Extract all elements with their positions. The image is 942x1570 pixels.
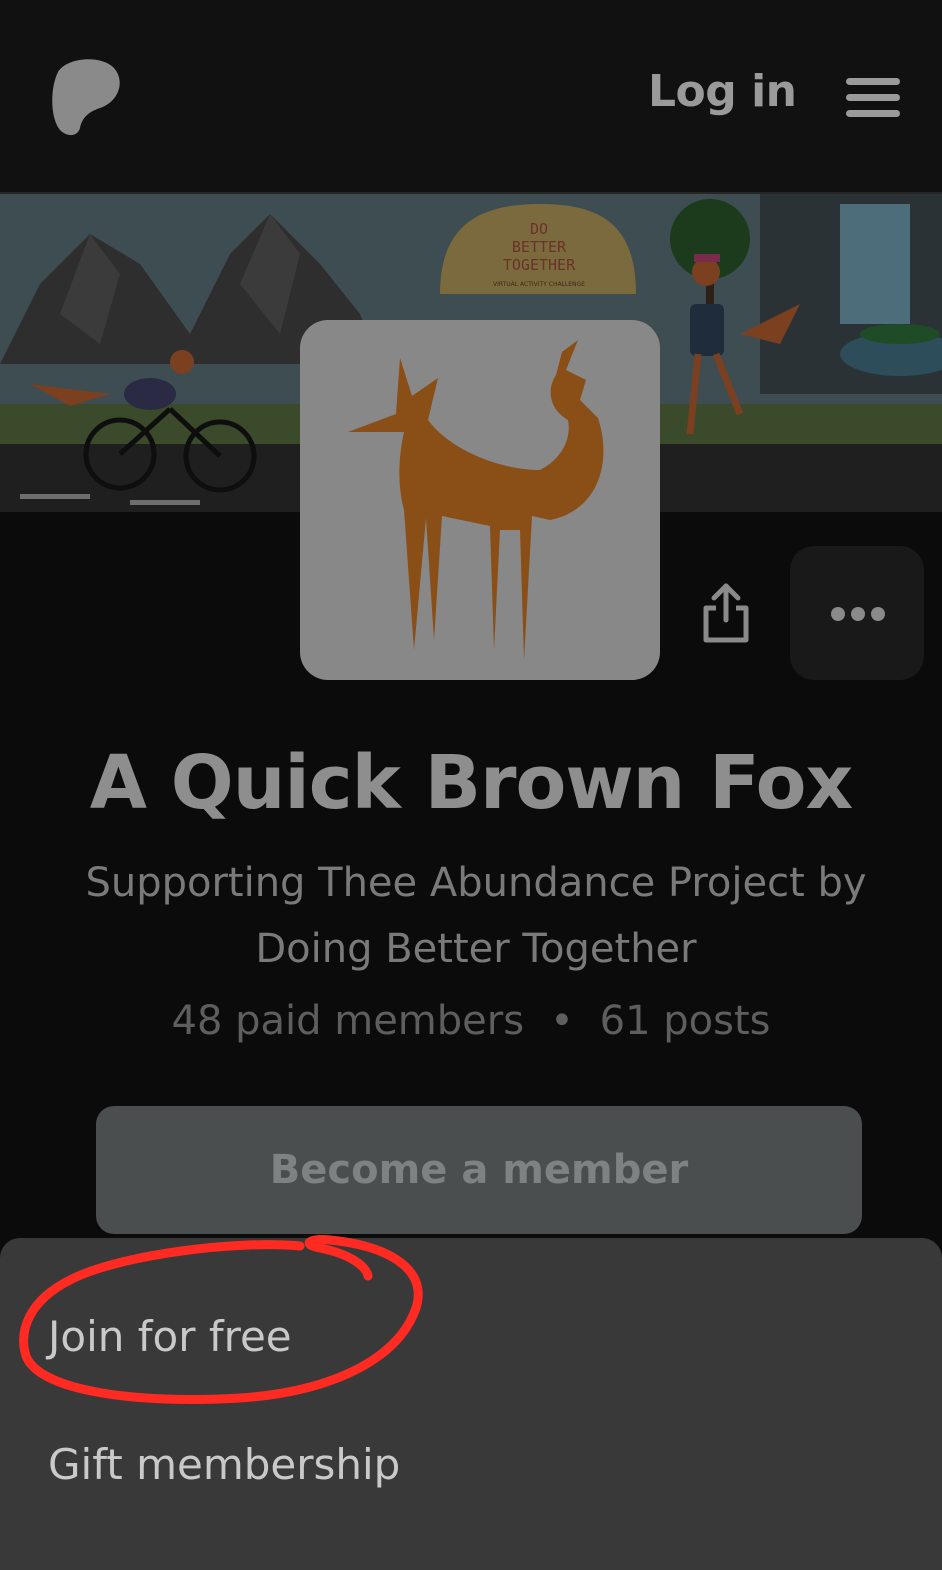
membership-options-sheet: Join for free Gift membership	[0, 1238, 942, 1570]
menu-icon[interactable]	[846, 78, 900, 118]
become-member-button[interactable]: Become a member	[96, 1106, 862, 1234]
top-bar: Log in	[0, 0, 942, 194]
paid-members-count: 48 paid members	[171, 998, 525, 1044]
fox-logo-icon	[348, 340, 604, 660]
creator-avatar[interactable]	[300, 320, 660, 680]
more-options-button[interactable]	[790, 546, 924, 680]
banner-sign-line3: TOGETHER	[503, 256, 576, 274]
share-icon[interactable]	[700, 582, 752, 644]
join-for-free-option[interactable]: Join for free	[48, 1312, 292, 1361]
creator-stats: 48 paid members • 61 posts	[0, 998, 942, 1044]
banner-sign-line1: DO	[530, 220, 548, 238]
more-dots-icon	[831, 607, 885, 621]
gift-membership-option[interactable]: Gift membership	[48, 1440, 400, 1489]
stats-separator: •	[550, 998, 574, 1044]
creator-tagline: Supporting Thee Abundance Project by Doi…	[85, 860, 867, 972]
posts-count: 61 posts	[599, 998, 771, 1044]
login-link[interactable]: Log in	[648, 66, 797, 117]
banner-sign-line2: BETTER	[512, 238, 567, 256]
banner-sign-caption: VIRTUAL ACTIVITY CHALLENGE	[493, 281, 585, 288]
creator-name: A Quick Brown Fox	[89, 740, 854, 826]
patreon-logo-icon[interactable]	[48, 56, 122, 136]
